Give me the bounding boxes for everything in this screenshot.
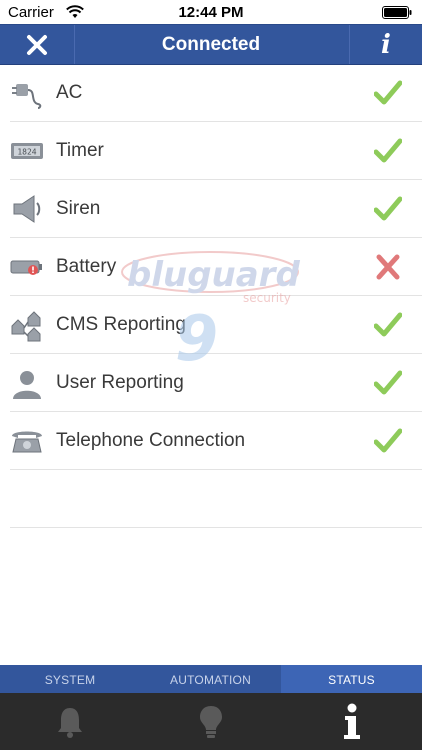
bottom-toolbar [0, 693, 422, 750]
info-icon [344, 703, 360, 739]
plug-icon [12, 84, 42, 109]
status-list: AC 1824 Timer Siren Battery CMS Reportin… [0, 64, 422, 528]
error-x-icon [376, 254, 400, 280]
alarm-button[interactable] [0, 693, 140, 750]
checkmark-icon [374, 196, 402, 221]
checkmark-icon [374, 312, 402, 337]
status-label: Timer [56, 140, 104, 161]
tab-automation[interactable]: AUTOMATION [140, 665, 281, 693]
status-label: Battery [56, 256, 117, 277]
timer-display-icon: 1824 [11, 143, 43, 159]
navigation-bar: Connected i [0, 24, 422, 65]
close-button[interactable] [0, 25, 75, 64]
list-spacer-row [10, 470, 422, 528]
status-row-battery[interactable]: Battery [10, 238, 422, 296]
status-label: Telephone Connection [56, 430, 246, 451]
status-label: CMS Reporting [56, 314, 186, 335]
tab-status[interactable]: STATUS [281, 665, 422, 693]
timer-display-text: 1824 [17, 148, 36, 157]
speaker-icon [13, 195, 41, 223]
status-row-ac[interactable]: AC [10, 64, 422, 122]
status-row-timer[interactable]: 1824 Timer [10, 122, 422, 180]
info-tab-button[interactable] [282, 693, 422, 750]
tab-bar: SYSTEM AUTOMATION STATUS [0, 665, 422, 693]
lights-button[interactable] [141, 693, 281, 750]
status-bar: Carrier 12:44 PM [0, 0, 422, 24]
status-row-siren[interactable]: Siren [10, 180, 422, 238]
checkmark-icon [374, 80, 402, 105]
status-row-telephone-connection[interactable]: Telephone Connection [10, 412, 422, 470]
lightbulb-icon [200, 705, 222, 738]
user-icon [13, 371, 41, 399]
clock: 12:44 PM [178, 4, 244, 21]
status-label: Siren [56, 198, 101, 219]
bell-icon [58, 707, 82, 738]
telephone-icon [12, 431, 42, 453]
status-label: AC [56, 82, 83, 103]
status-row-cms-reporting[interactable]: CMS Reporting [10, 296, 422, 354]
checkmark-icon [374, 138, 402, 163]
checkmark-icon [374, 370, 402, 395]
battery-icon [382, 6, 412, 19]
page-title: Connected [161, 34, 261, 55]
tab-system[interactable]: SYSTEM [0, 665, 140, 693]
info-button[interactable]: i [349, 25, 422, 64]
network-houses-icon [11, 311, 41, 342]
status-label: User Reporting [56, 372, 184, 393]
close-icon [27, 34, 47, 55]
status-row-user-reporting[interactable]: User Reporting [10, 354, 422, 412]
info-icon: i [381, 29, 391, 60]
battery-warning-icon [10, 260, 42, 275]
checkmark-icon [374, 428, 402, 453]
